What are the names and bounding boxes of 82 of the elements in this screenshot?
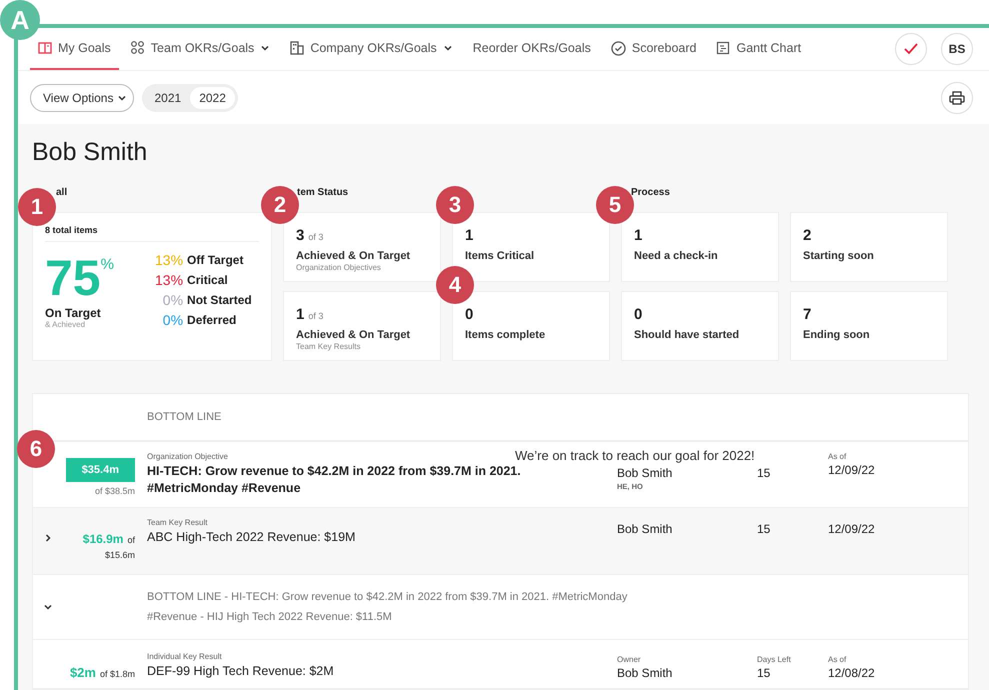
building-icon [290, 41, 304, 56]
stat-label: Should have started [634, 329, 740, 341]
book-icon [38, 41, 52, 56]
status-label: Critical [187, 273, 229, 287]
stat-label: Starting soon [803, 250, 875, 262]
progress-amount: $2m [70, 665, 96, 680]
print-button[interactable] [941, 82, 973, 114]
column-label: As of [828, 655, 848, 664]
nav-tab[interactable]: My Goals [30, 28, 119, 70]
stat-label: Ending soon [803, 329, 871, 341]
stat-sublabel: Organization Objectives [296, 263, 382, 272]
stat-value: 1 of 3 [296, 306, 324, 323]
item-title[interactable]: HI-TECH: Grow revenue to $42.2M in 2022 from $39.7M in 2021. #MetricMonday #Revenue [147, 463, 542, 497]
item-title[interactable]: DEF-99 High Tech Revenue: $2M [147, 663, 334, 680]
chart-icon [716, 41, 730, 56]
stat-value: 3 of 3 [296, 227, 324, 244]
total-items: 8 total items [45, 225, 259, 242]
grid-icon [130, 41, 145, 56]
percent-value: 75% [45, 252, 115, 304]
as-of-date: 12/08/22 [828, 666, 876, 680]
days-left: 15 [757, 666, 772, 680]
callout-badge: A [0, 0, 40, 40]
stat-value: 0 [465, 306, 474, 323]
progress-amount: $35.4m [66, 458, 135, 482]
column-label: As of [828, 452, 848, 461]
status-label: Deferred [187, 313, 238, 327]
nav-tab[interactable]: Gantt Chart [708, 28, 810, 70]
table-heading: BOTTOM LINE [147, 411, 222, 423]
owner-name: Bob Smith [617, 522, 674, 536]
year-option[interactable]: 2022 [190, 86, 235, 109]
stat-value: 7 [803, 306, 812, 323]
section-heading: all [55, 187, 68, 198]
status-label: Not Started [187, 293, 252, 307]
year-option[interactable]: 2021 [145, 86, 190, 109]
group-title: BOTTOM LINE - HI-TECH: Grow revenue to $42.2M in 2022 from $39.7M in 2021. #MetricMonday #Revenue - HIJ High Tech 2022 Revenue: $11.5M [147, 590, 628, 625]
stat-value: 2 [803, 227, 812, 244]
stat-label: Achieved & On Target [296, 250, 412, 262]
as-of-date: 12/09/22 [828, 463, 876, 477]
stat-label: Items Critical [465, 250, 536, 262]
item-type: Individual Key Result [147, 652, 222, 661]
target-amount: of $38.5m [94, 486, 135, 496]
check-circle-icon [610, 40, 626, 56]
status-percent: 0% [162, 292, 184, 308]
owner-name: Bob Smith [617, 666, 674, 680]
nav-tab[interactable]: Company OKRs/Goals [282, 28, 461, 70]
as-of-date: 12/09/22 [828, 522, 876, 536]
stat-label: Need a check-in [634, 250, 719, 262]
status-percent: 0% [162, 312, 184, 328]
of-label: of [127, 535, 135, 545]
nav-tab[interactable]: Reorder OKRs/Goals [464, 28, 599, 70]
column-label: Days Left [757, 655, 792, 664]
stat-label: Achieved & On Target [296, 329, 412, 341]
status-label: Off Target [187, 253, 244, 267]
stat-value: 0 [634, 306, 644, 323]
tooltip-text: We’re on track to reach our goal for 2022! [515, 448, 755, 463]
days-left: 15 [757, 466, 772, 480]
check-button[interactable] [895, 33, 927, 66]
print-icon [949, 90, 965, 105]
stat-value: 1 [634, 227, 644, 244]
status-percent: 13% [155, 252, 184, 268]
nav-tab[interactable]: Team OKRs/Goals [122, 28, 278, 70]
person-name: Bob Smith [32, 138, 148, 167]
owner-name: Bob Smith [617, 466, 674, 480]
item-type: Organization Objective [147, 452, 228, 461]
stat-sublabel: Team Key Results [296, 342, 362, 351]
stat-value: 1 [465, 227, 474, 244]
check-icon [904, 43, 918, 56]
item-type: Team Key Result [147, 518, 208, 527]
column-label: Owner [617, 655, 642, 664]
status-percent: 13% [155, 272, 184, 288]
nav-tab[interactable]: Scoreboard [602, 28, 704, 70]
user-avatar[interactable]: BS [941, 33, 973, 66]
section-heading: tem Status [296, 187, 350, 198]
target-amount: $15.6m [104, 550, 135, 560]
stat-label: Items complete [465, 329, 546, 341]
view-options-dropdown[interactable]: View Options [30, 84, 134, 112]
days-left: 15 [757, 522, 772, 536]
achieved-label: & Achieved [45, 320, 86, 329]
target-amount: of $1.8m [100, 669, 135, 679]
item-title[interactable]: ABC High-Tech 2022 Revenue: $19M [147, 529, 356, 546]
on-target-label: On Target [45, 306, 102, 320]
progress-amount: $16.9m [82, 532, 124, 546]
